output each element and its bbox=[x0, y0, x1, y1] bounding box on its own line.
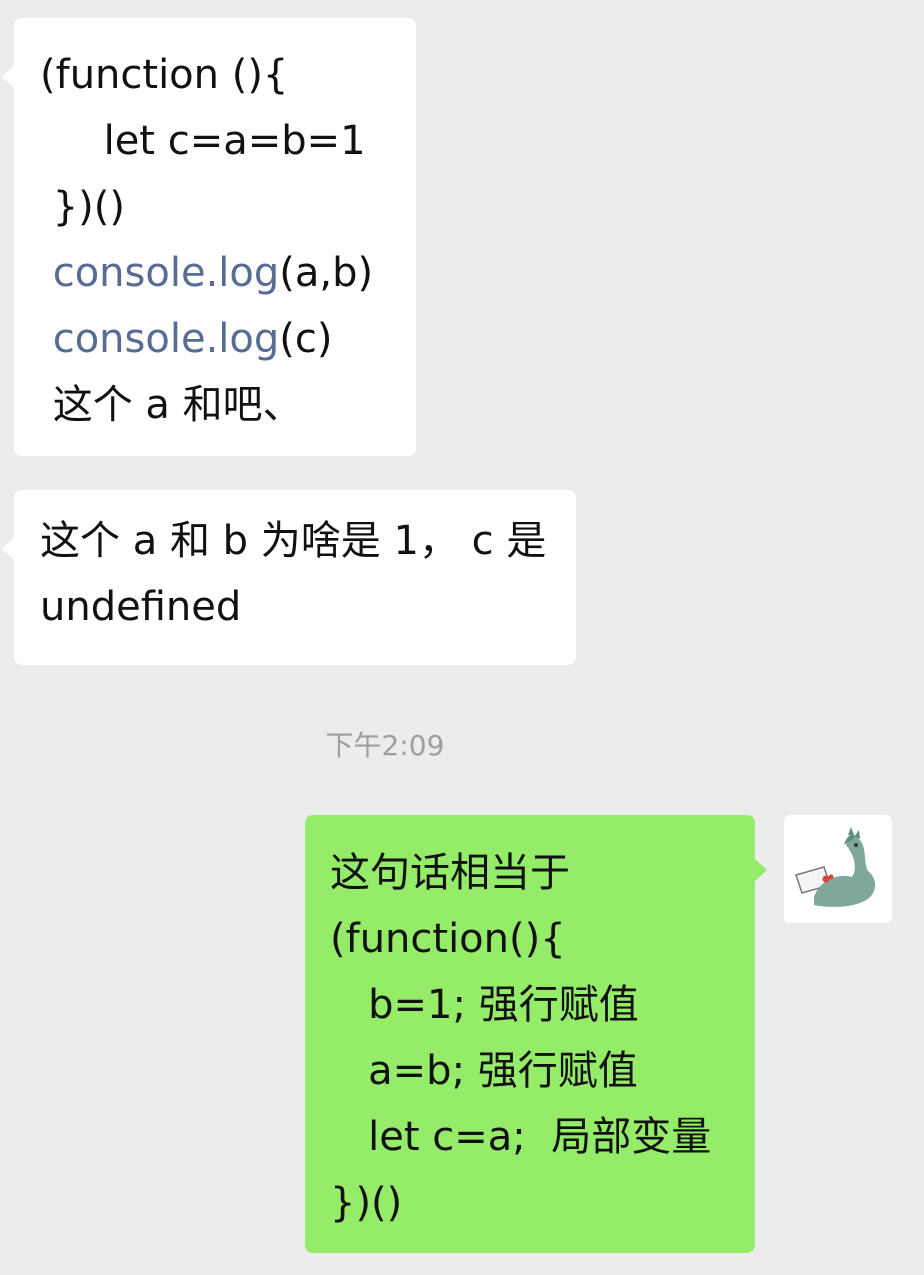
message-line: 这个 a 和 b 为啥是 1， c 是 bbox=[40, 518, 547, 564]
dinosaur-avatar-icon bbox=[784, 815, 892, 923]
message-line: undefined bbox=[40, 584, 242, 630]
message-bubble-incoming[interactable]: (function (){ let c=a=b=1 })() console.l… bbox=[2, 18, 416, 456]
message-bubble-incoming[interactable]: 这个 a 和 b 为啥是 1， c 是 undefined bbox=[2, 490, 576, 665]
message-line: 这个 a 和吧、 bbox=[40, 382, 303, 428]
message-timestamp: 下午2:09 bbox=[325, 729, 445, 762]
message-line: let c=a; 局部变量 bbox=[330, 1114, 712, 1160]
message-line: console.log(a,b) bbox=[40, 240, 416, 306]
message-line: b=1; 强行赋值 bbox=[330, 982, 639, 1028]
console-log-link[interactable]: console.log bbox=[53, 316, 280, 362]
message-line: console.log(c) bbox=[40, 306, 416, 372]
message-line: let c=a=b=1 bbox=[40, 118, 366, 164]
avatar[interactable] bbox=[784, 815, 892, 923]
console-log-link[interactable]: console.log bbox=[53, 250, 280, 296]
message-line: (function (){ bbox=[40, 52, 289, 98]
code-args: (a,b) bbox=[279, 250, 374, 296]
message-line: })() bbox=[40, 184, 125, 230]
message-line: })() bbox=[330, 1180, 403, 1226]
message-line: 这句话相当于 bbox=[330, 850, 570, 896]
message-line: (function(){ bbox=[330, 916, 566, 962]
message-bubble-outgoing[interactable]: 这句话相当于 (function(){ b=1; 强行赋值 a=b; 强行赋值 … bbox=[305, 815, 767, 1253]
message-line: a=b; 强行赋值 bbox=[330, 1048, 638, 1094]
code-args: (c) bbox=[279, 316, 333, 362]
